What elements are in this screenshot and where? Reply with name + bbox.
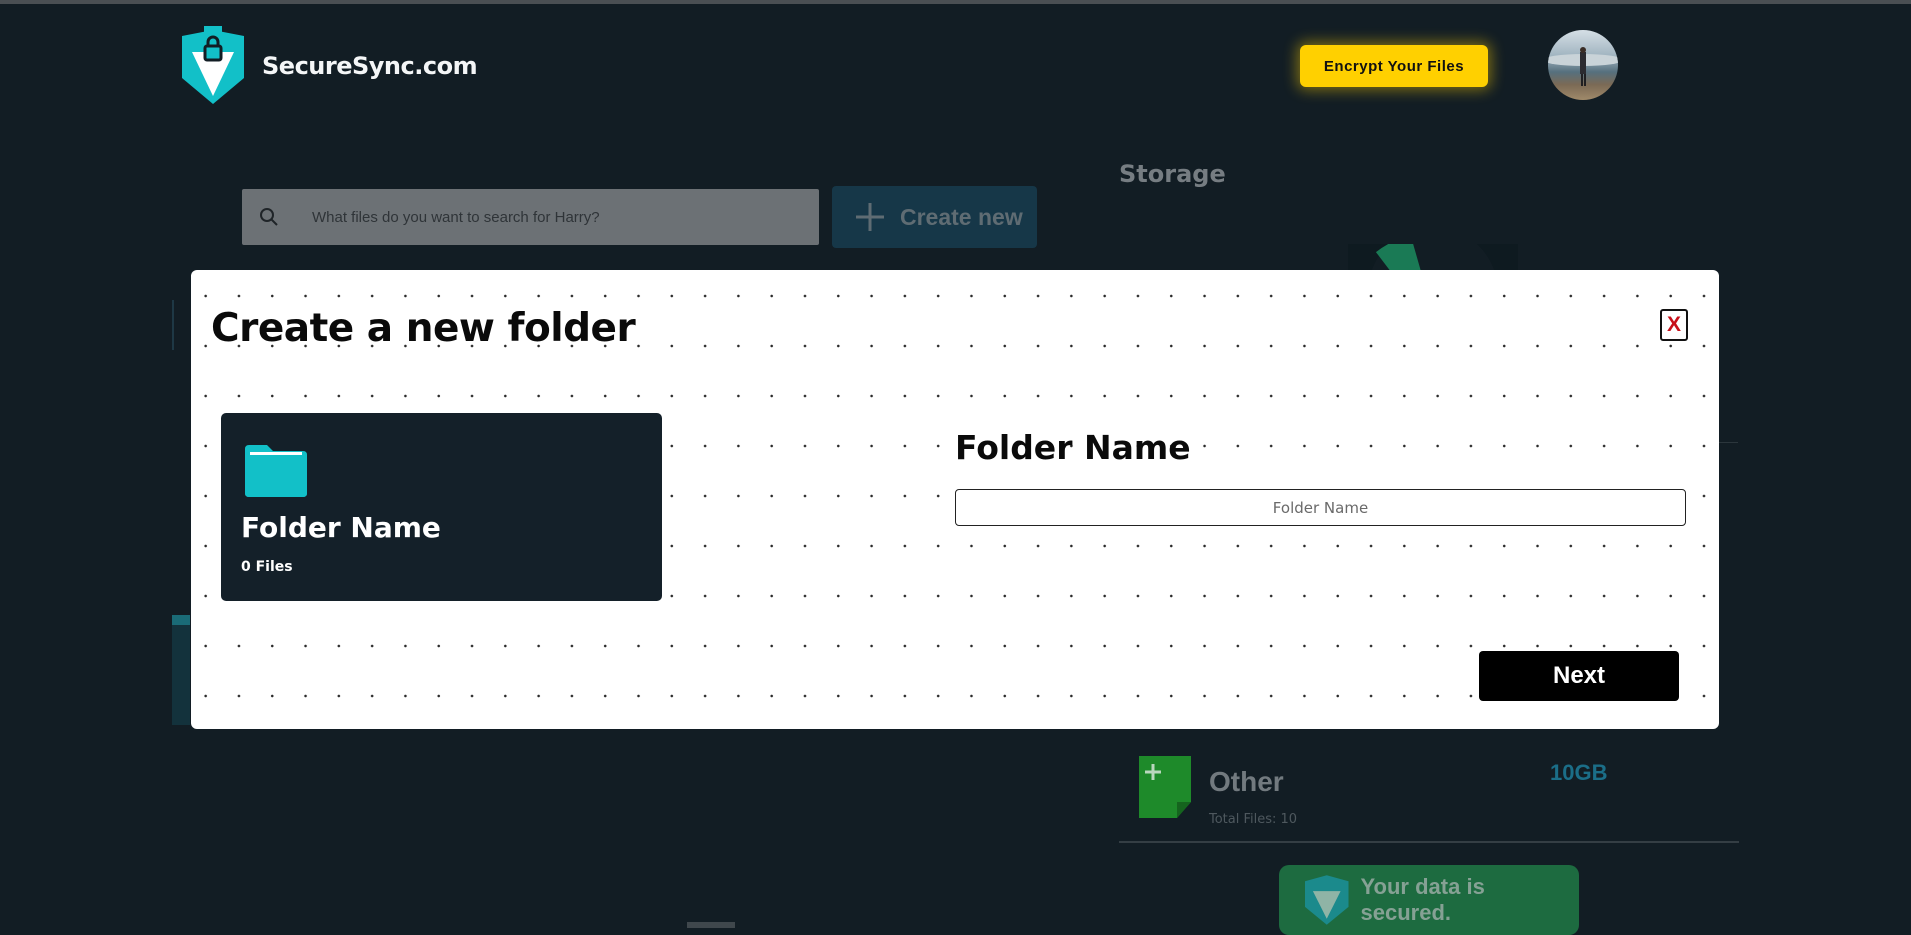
preview-folder-name: Folder Name (241, 511, 441, 544)
create-folder-modal: Create a new folder X Folder Name 0 File… (191, 270, 1719, 729)
modal-title: Create a new folder (211, 306, 636, 351)
storage-title: Storage (1119, 160, 1226, 188)
divider (1119, 841, 1739, 843)
shield-lock-icon[interactable] (182, 26, 244, 104)
folder-name-label: Folder Name (955, 428, 1191, 467)
storage-item-title: Other (1209, 766, 1284, 797)
next-button[interactable]: Next (1479, 651, 1679, 701)
encrypt-files-button[interactable]: Encrypt Your Files (1300, 45, 1488, 87)
secured-badge: Your data is secured. (1279, 865, 1579, 935)
storage-item-file-count: Total Files: 10 (1209, 812, 1298, 827)
folder-name-input[interactable] (955, 489, 1686, 526)
background-panel-edge (172, 615, 190, 725)
file-plus-icon (1139, 756, 1191, 818)
window-top-border (0, 0, 1911, 4)
shield-icon (1305, 875, 1349, 925)
plus-icon (856, 203, 884, 231)
brand-name[interactable]: SecureSync.com (262, 52, 478, 80)
background-panel-edge (172, 300, 192, 350)
search-bar (242, 189, 819, 245)
search-input[interactable] (310, 207, 794, 227)
create-new-label: Create new (900, 203, 1023, 230)
search-icon (260, 208, 278, 226)
storage-item-size: 10GB (1550, 760, 1608, 785)
preview-file-count: 0 Files (241, 559, 293, 575)
close-button[interactable]: X (1660, 309, 1688, 341)
folder-icon (245, 445, 307, 497)
secured-badge-label: Your data is secured. (1360, 874, 1485, 925)
create-new-button[interactable]: Create new (832, 186, 1037, 248)
avatar-photo (1548, 47, 1618, 86)
folder-preview-card: Folder Name 0 Files (221, 413, 662, 601)
scroll-indicator (687, 922, 735, 928)
storage-item-other[interactable]: Other Total Files: 10 10GB (1119, 750, 1739, 843)
user-avatar[interactable] (1548, 30, 1618, 100)
